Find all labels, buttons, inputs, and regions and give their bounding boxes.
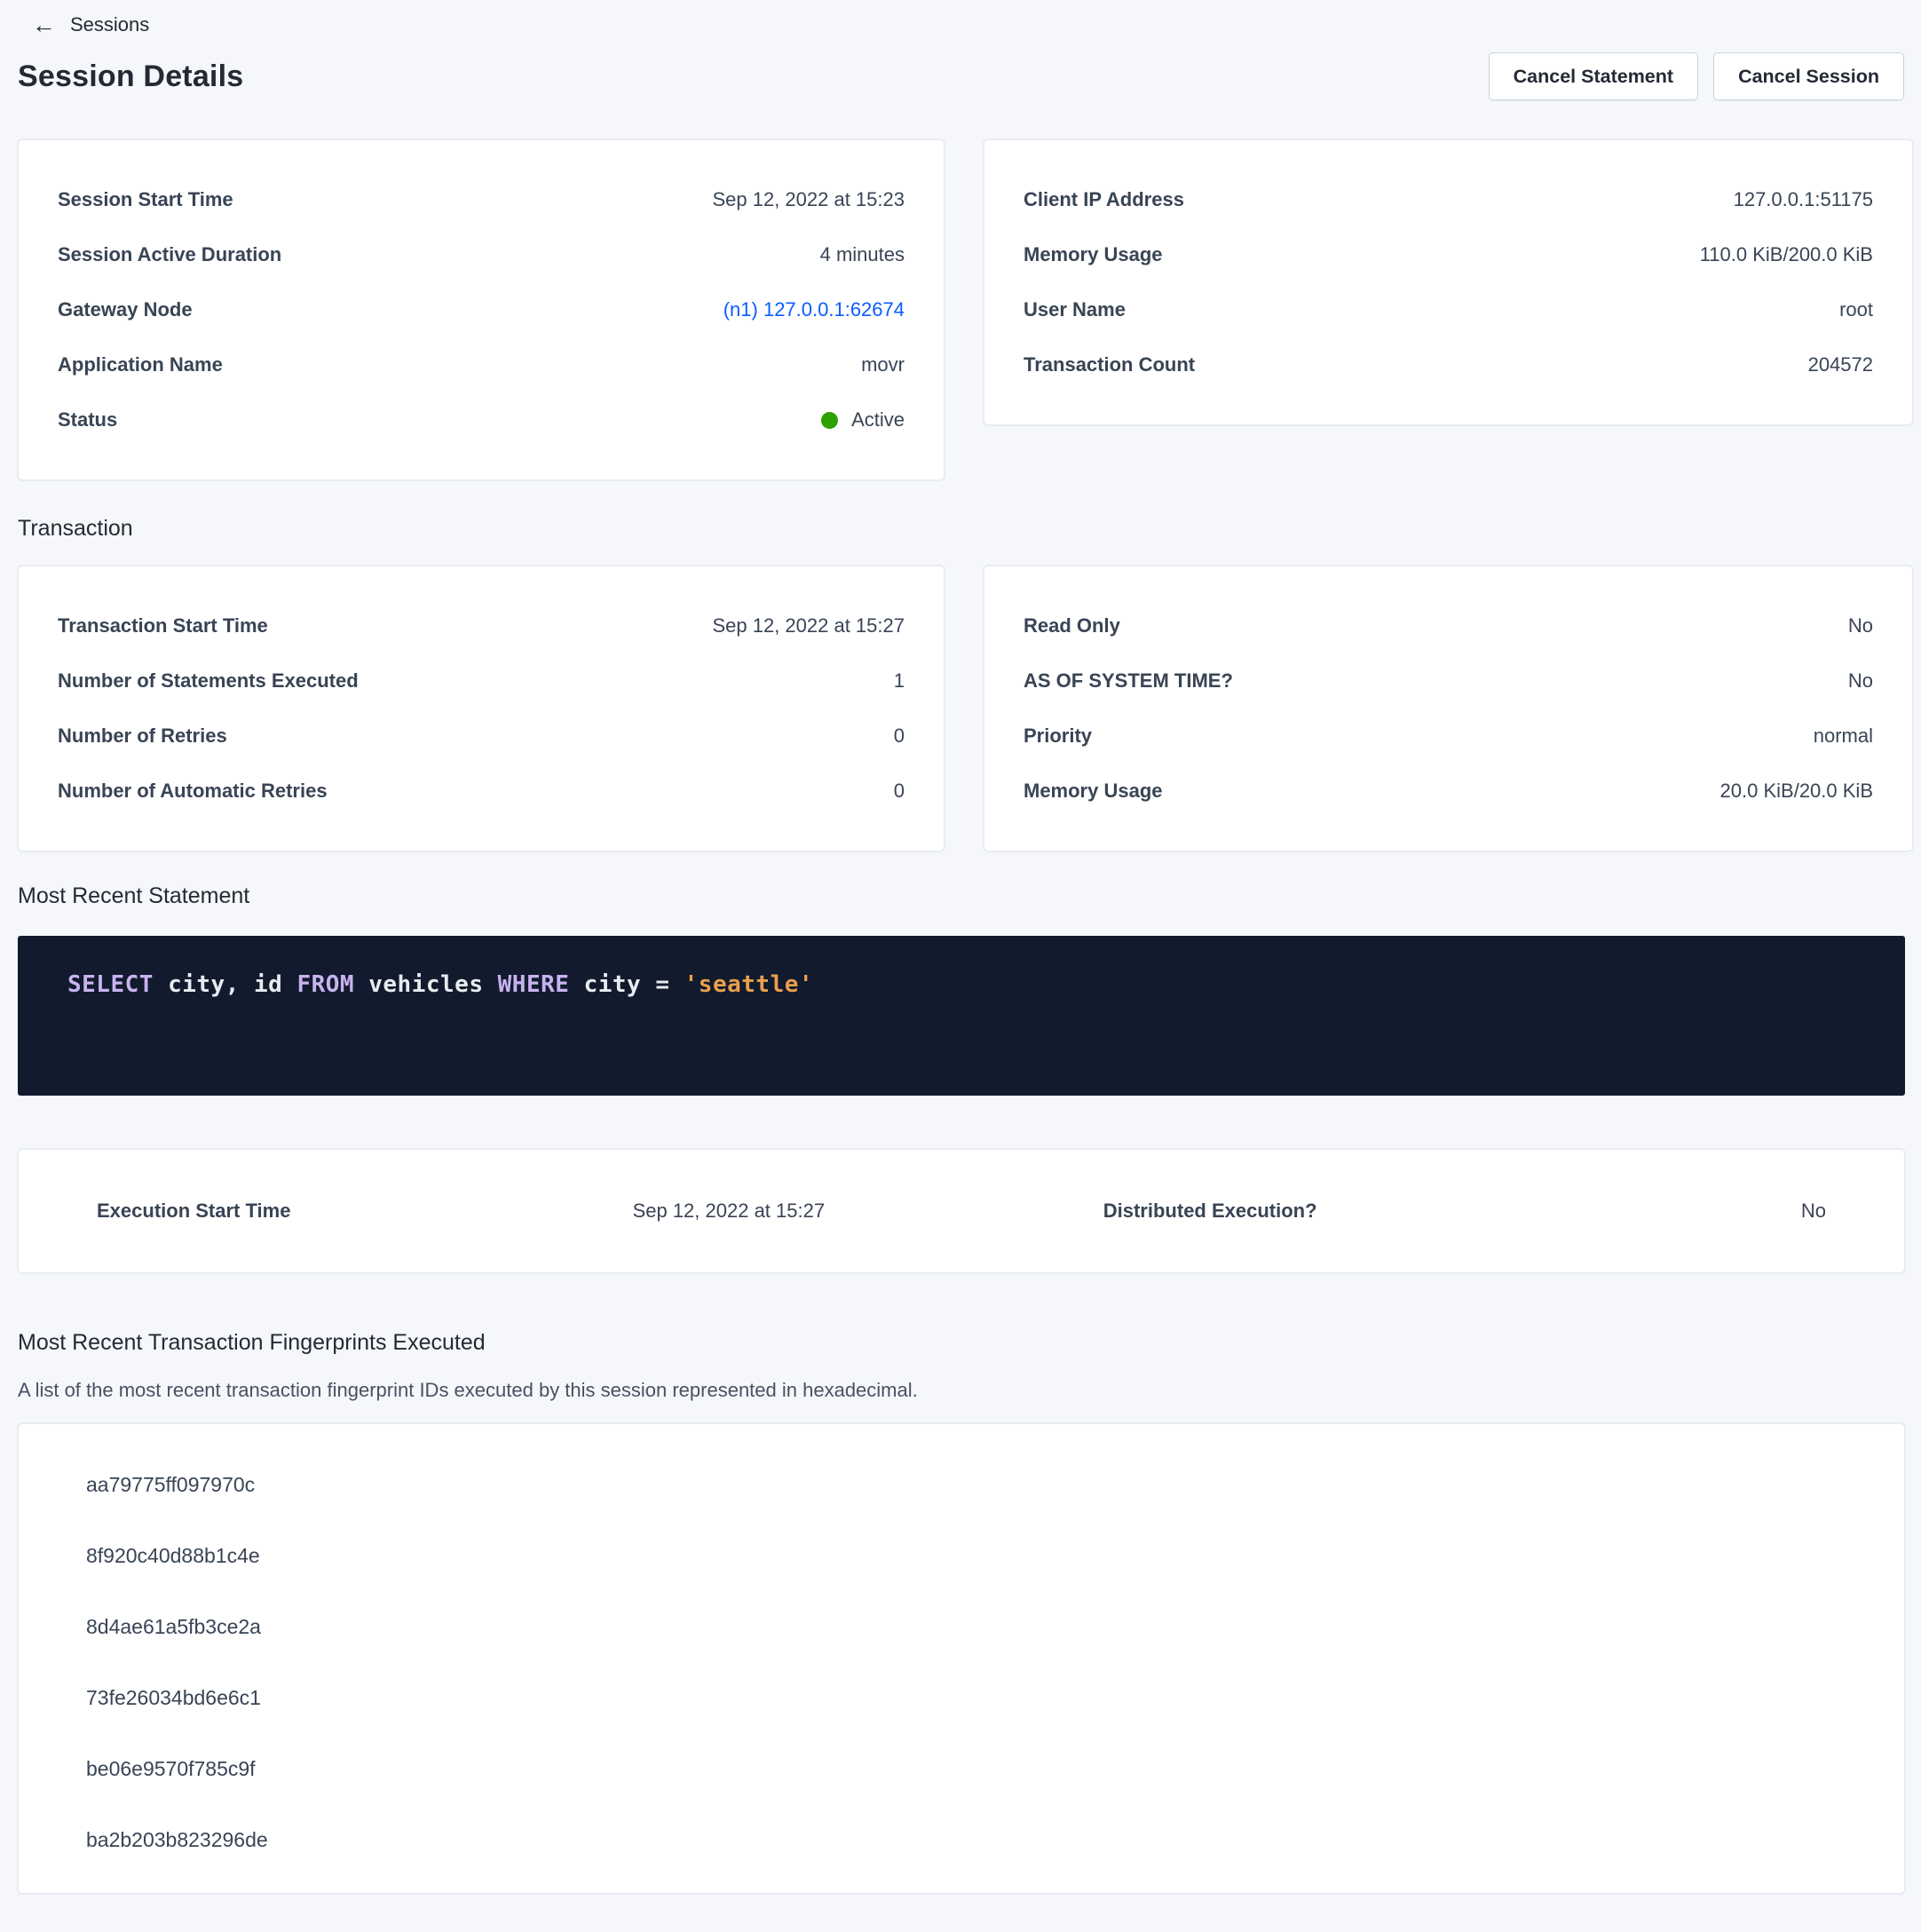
row-label: Application Name: [58, 353, 223, 376]
title-row: Session Details Cancel Statement Cancel …: [18, 48, 1904, 105]
sql-keyword: SELECT: [67, 971, 154, 998]
sql-statement-text: SELECT city, id FROM vehicles WHERE city…: [67, 971, 1905, 998]
sql-string-literal: 'seattle': [684, 971, 813, 998]
table-row: Session Start Time Sep 12, 2022 at 15:23: [58, 172, 905, 227]
list-item: ba2b203b823296de: [58, 1804, 1865, 1875]
back-to-sessions-link[interactable]: ← Sessions: [18, 13, 149, 37]
table-row: User Name root: [1024, 282, 1873, 337]
back-link-label: Sessions: [70, 13, 149, 36]
table-row: Number of Retries 0: [58, 709, 905, 764]
row-label: Number of Statements Executed: [58, 669, 359, 693]
read-only-value: No: [1848, 614, 1873, 637]
distributed-execution-value: No: [1801, 1200, 1826, 1223]
transaction-section-title: Transaction: [18, 516, 1904, 542]
table-row: Number of Automatic Retries 0: [58, 764, 905, 819]
fingerprints-section-title: Most Recent Transaction Fingerprints Exe…: [18, 1330, 1904, 1356]
automatic-retries-value: 0: [894, 780, 905, 803]
row-label: Execution Start Time: [97, 1200, 290, 1223]
sql-text: city =: [569, 971, 684, 998]
table-row: Application Name movr: [58, 337, 905, 392]
priority-value: normal: [1814, 724, 1873, 748]
as-of-system-time-value: No: [1848, 669, 1873, 693]
retries-value: 0: [894, 724, 905, 748]
list-item: 8f920c40d88b1c4e: [58, 1520, 1865, 1591]
transaction-cards: Transaction Start Time Sep 12, 2022 at 1…: [18, 566, 1904, 851]
statement-section-title: Most Recent Statement: [18, 883, 1904, 909]
row-label: Transaction Count: [1024, 353, 1195, 376]
execution-start-time-pair: Execution Start Time Sep 12, 2022 at 15:…: [97, 1200, 825, 1223]
table-row: Status Active: [58, 392, 905, 447]
list-item: 8d4ae61a5fb3ce2a: [58, 1591, 1865, 1662]
gateway-node-link[interactable]: (n1) 127.0.0.1:62674: [723, 298, 905, 321]
list-item: be06e9570f785c9f: [58, 1733, 1865, 1804]
sql-keyword: WHERE: [498, 971, 570, 998]
transaction-memory-usage-value: 20.0 KiB/20.0 KiB: [1720, 780, 1873, 803]
table-row: Memory Usage 20.0 KiB/20.0 KiB: [1024, 764, 1873, 819]
row-label: Read Only: [1024, 614, 1120, 637]
table-row: Transaction Start Time Sep 12, 2022 at 1…: [58, 598, 905, 653]
statements-executed-value: 1: [894, 669, 905, 693]
table-row: Memory Usage 110.0 KiB/200.0 KiB: [1024, 227, 1873, 282]
memory-usage-value: 110.0 KiB/200.0 KiB: [1700, 243, 1873, 266]
session-details-page: ← Sessions Session Details Cancel Statem…: [0, 0, 1921, 1894]
status-badge: Active: [821, 408, 905, 432]
table-row: Priority normal: [1024, 709, 1873, 764]
list-item: 73fe26034bd6e6c1: [58, 1662, 1865, 1733]
row-label: Session Active Duration: [58, 243, 281, 266]
user-name-value: root: [1839, 298, 1873, 321]
table-row: Transaction Count 204572: [1024, 337, 1873, 392]
row-label: Distributed Execution?: [1103, 1200, 1317, 1223]
row-label: Gateway Node: [58, 298, 193, 321]
sql-statement-box: SELECT city, id FROM vehicles WHERE city…: [18, 936, 1905, 1096]
row-label: User Name: [1024, 298, 1126, 321]
execution-start-time-value: Sep 12, 2022 at 15:27: [633, 1200, 826, 1223]
back-row: ← Sessions: [18, 9, 1904, 41]
list-item: aa79775ff097970c: [58, 1449, 1865, 1520]
cancel-session-button[interactable]: Cancel Session: [1713, 52, 1904, 100]
application-name-value: movr: [861, 353, 905, 376]
session-start-time-value: Sep 12, 2022 at 15:23: [712, 188, 905, 211]
table-row: Read Only No: [1024, 598, 1873, 653]
session-summary-cards: Session Start Time Sep 12, 2022 at 15:23…: [18, 139, 1904, 480]
row-label: Memory Usage: [1024, 243, 1163, 266]
status-active-dot-icon: [821, 412, 838, 429]
row-label: Memory Usage: [1024, 780, 1163, 803]
row-label: Priority: [1024, 724, 1092, 748]
table-row: Session Active Duration 4 minutes: [58, 227, 905, 282]
fingerprints-card: aa79775ff097970c 8f920c40d88b1c4e 8d4ae6…: [18, 1423, 1905, 1894]
row-label: Number of Automatic Retries: [58, 780, 328, 803]
table-row: Number of Statements Executed 1: [58, 653, 905, 709]
client-ip-value: 127.0.0.1:51175: [1734, 188, 1873, 211]
transaction-count-value: 204572: [1808, 353, 1873, 376]
row-label: Session Start Time: [58, 188, 233, 211]
session-summary-card-right: Client IP Address 127.0.0.1:51175 Memory…: [984, 139, 1913, 425]
cancel-statement-button[interactable]: Cancel Statement: [1489, 52, 1698, 100]
transaction-start-time-value: Sep 12, 2022 at 15:27: [712, 614, 905, 637]
table-row: Client IP Address 127.0.0.1:51175: [1024, 172, 1873, 227]
execution-row: Execution Start Time Sep 12, 2022 at 15:…: [58, 1200, 1865, 1223]
row-label: Status: [58, 408, 117, 432]
transaction-card-left: Transaction Start Time Sep 12, 2022 at 1…: [18, 566, 945, 851]
row-label: Client IP Address: [1024, 188, 1184, 211]
transaction-card-right: Read Only No AS OF SYSTEM TIME? No Prior…: [984, 566, 1913, 851]
status-value: Active: [851, 408, 905, 432]
page-title: Session Details: [18, 59, 243, 94]
sql-text: city, id: [154, 971, 297, 998]
row-label: Number of Retries: [58, 724, 227, 748]
title-actions: Cancel Statement Cancel Session: [1489, 52, 1904, 100]
row-label: AS OF SYSTEM TIME?: [1024, 669, 1233, 693]
fingerprints-description: A list of the most recent transaction fi…: [18, 1379, 1904, 1402]
back-arrow-icon: ←: [32, 13, 56, 37]
execution-card: Execution Start Time Sep 12, 2022 at 15:…: [18, 1149, 1905, 1273]
session-active-duration-value: 4 minutes: [820, 243, 905, 266]
sql-keyword: FROM: [296, 971, 354, 998]
table-row: AS OF SYSTEM TIME? No: [1024, 653, 1873, 709]
session-summary-card-left: Session Start Time Sep 12, 2022 at 15:23…: [18, 139, 945, 480]
distributed-execution-pair: Distributed Execution? No: [1103, 1200, 1826, 1223]
sql-text: vehicles: [354, 971, 498, 998]
row-label: Transaction Start Time: [58, 614, 268, 637]
table-row: Gateway Node (n1) 127.0.0.1:62674: [58, 282, 905, 337]
